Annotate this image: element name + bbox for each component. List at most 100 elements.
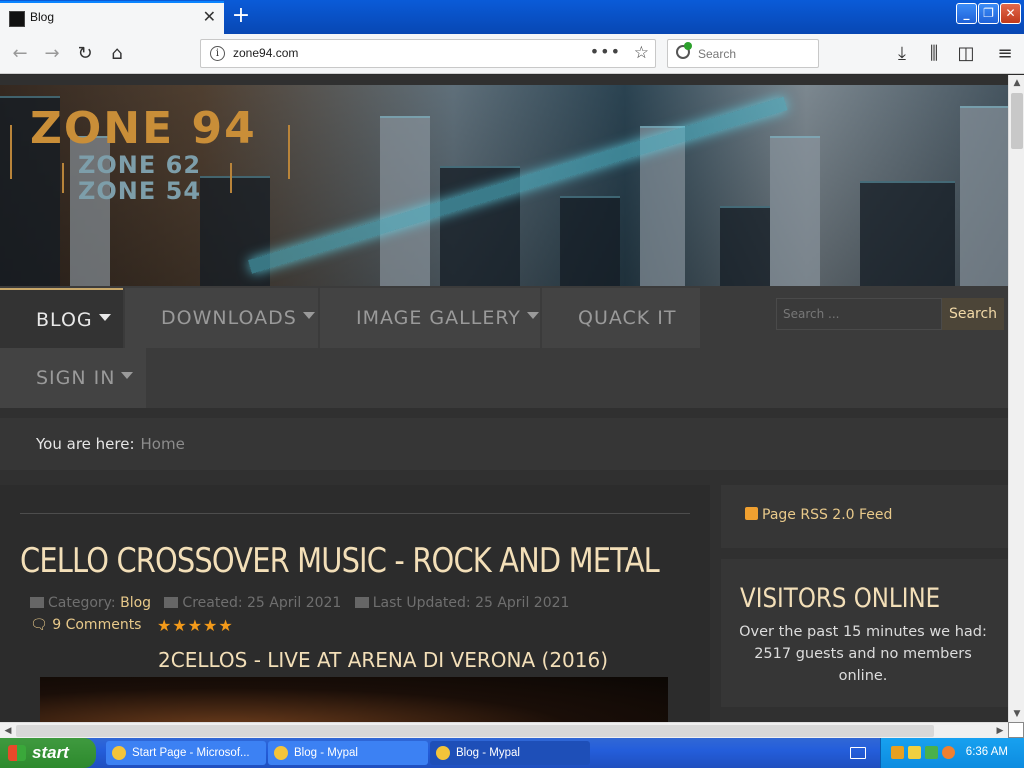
folder-icon [30,597,44,608]
page-actions-icon[interactable]: ••• [590,42,621,61]
maximize-button[interactable]: ❐ [978,3,999,24]
menu-label: QUACK IT [578,307,677,329]
logo-sub-zone54: ZONE 54 [78,177,202,205]
scroll-right-arrow-icon[interactable]: ▶ [992,723,1008,739]
search-engine-icon [676,42,692,59]
reload-icon[interactable]: ↻ [73,42,97,66]
start-button[interactable]: start [0,738,96,768]
visitors-text: Over the past 15 minutes we had: 2517 gu… [739,624,987,684]
network-icon[interactable] [925,746,938,759]
menu-label: IMAGE GALLERY [356,307,521,329]
search-tray-icon[interactable] [942,746,955,759]
scroll-corner [1008,722,1024,738]
windows-logo-icon [8,745,26,761]
caret-down-icon [526,312,539,319]
created-date: Created: 25 April 2021 [182,595,342,611]
breadcrumb-label: You are here: [36,435,135,453]
site-banner: ZONE 94 ZONE 62 ZONE 54 [0,85,1008,286]
app-icon [274,746,288,760]
browser-tab[interactable]: Blog ✕ [0,1,224,34]
sidebar-icon[interactable]: ◫ [954,42,978,66]
menu-label: DOWNLOADS [161,307,297,329]
close-tab-icon[interactable]: ✕ [203,7,216,26]
horizontal-scrollbar[interactable]: ◀ ▶ [0,722,1008,738]
comments-count: 9 Comments [52,617,142,633]
vertical-scrollbar[interactable]: ▲ ▼ [1008,75,1024,722]
info-icon[interactable]: i [210,46,225,61]
city-building [380,116,430,286]
close-window-button[interactable]: ✕ [1000,3,1021,24]
clock[interactable]: 6:36 AM [966,746,1008,758]
menu-hamburger-icon[interactable]: ≡ [993,42,1017,66]
breadcrumb-home[interactable]: Home [141,435,185,453]
divider [20,513,690,514]
start-label: start [32,743,69,762]
tab-title: Blog [30,10,55,24]
updated-date: Last Updated: 25 April 2021 [372,595,570,611]
calendar-icon [354,597,369,608]
vertical-scroll-thumb[interactable] [1011,93,1023,149]
menu-label: SIGN IN [36,367,116,389]
forward-arrow-icon[interactable]: → [40,42,64,66]
search-placeholder[interactable]: Search [698,47,736,61]
url-text[interactable]: zone94.com [233,46,298,60]
comments-link[interactable]: 🗨 9 Comments [30,617,141,633]
back-arrow-icon[interactable]: ← [8,42,32,66]
logo-sub-zone62: ZONE 62 [78,151,202,179]
menu-label: BLOG [36,309,93,331]
menu-item-blog[interactable]: BLOG [0,288,123,348]
web-page: ZONE 94 ZONE 62 ZONE 54 BLOG DOWNLOADS I… [0,75,1008,722]
taskbar-item[interactable]: Start Page - Microsof... [106,741,266,765]
menu-item-sign-in[interactable]: SIGN IN [0,348,146,408]
library-icon[interactable]: ⫼ [922,42,946,66]
caret-down-icon [98,314,111,321]
caret-down-icon [302,312,315,319]
tray-icon[interactable] [891,746,904,759]
download-icon[interactable]: ⤓ [890,42,914,66]
rating-stars[interactable]: ★★★★★ [157,616,234,635]
video-thumbnail[interactable] [40,677,668,722]
rss-module: Page RSS 2.0 Feed [721,485,1008,548]
taskbar-item[interactable]: Blog - Mypal [268,741,428,765]
rss-icon [745,507,758,520]
minimize-button[interactable]: _ [956,3,977,24]
bookmark-star-icon[interactable]: ☆ [634,43,649,63]
article-title[interactable]: CELLO CROSSOVER MUSIC - ROCK AND METAL [20,541,660,581]
app-icon [436,746,450,760]
menu-item-quack-it[interactable]: QUACK IT [542,288,700,348]
rss-link[interactable]: Page RSS 2.0 Feed [745,507,892,523]
taskbar-item-label: Blog - Mypal [456,747,520,759]
city-building [960,106,1008,286]
city-building [560,196,620,286]
browser-search-box[interactable]: Search [667,39,819,68]
comment-icon: 🗨 [30,617,48,633]
rss-label: Page RSS 2.0 Feed [762,507,893,523]
main-menu: BLOG DOWNLOADS IMAGE GALLERY QUACK IT SI… [0,286,1008,408]
visitors-title: VISITORS ONLINE [740,583,941,614]
app-icon [112,746,126,760]
menu-item-downloads[interactable]: DOWNLOADS [125,288,318,348]
article-subtitle: 2CELLOS - LIVE AT ARENA DI VERONA (2016) [158,648,609,672]
scroll-left-arrow-icon[interactable]: ◀ [0,723,16,739]
windows-taskbar: start Start Page - Microsof... Blog - My… [0,738,1024,768]
category-link[interactable]: Blog [120,595,151,611]
system-tray: 6:36 AM [880,738,1024,768]
scroll-up-arrow-icon[interactable]: ▲ [1009,75,1024,91]
breadcrumb: You are here: Home [0,418,1008,470]
article-meta: Category: Blog Created: 25 April 2021 La… [30,595,569,611]
site-search-input[interactable]: Search ... [776,298,942,330]
shield-icon[interactable] [908,746,921,759]
taskbar-item-active[interactable]: Blog - Mypal [430,741,590,765]
category-label: Category: [48,595,116,611]
keyboard-icon[interactable] [850,747,866,759]
address-bar[interactable]: i zone94.com ••• ☆ [200,39,656,68]
site-logo[interactable]: ZONE 94 [30,103,257,154]
new-tab-button[interactable]: + [228,2,254,30]
menu-item-image-gallery[interactable]: IMAGE GALLERY [320,288,540,348]
scroll-down-arrow-icon[interactable]: ▼ [1009,706,1024,722]
horizontal-scroll-thumb[interactable] [16,725,934,737]
home-icon[interactable]: ⌂ [105,42,129,66]
site-search-button[interactable]: Search [942,298,1004,330]
calendar-icon [164,597,179,608]
city-building [720,206,770,286]
